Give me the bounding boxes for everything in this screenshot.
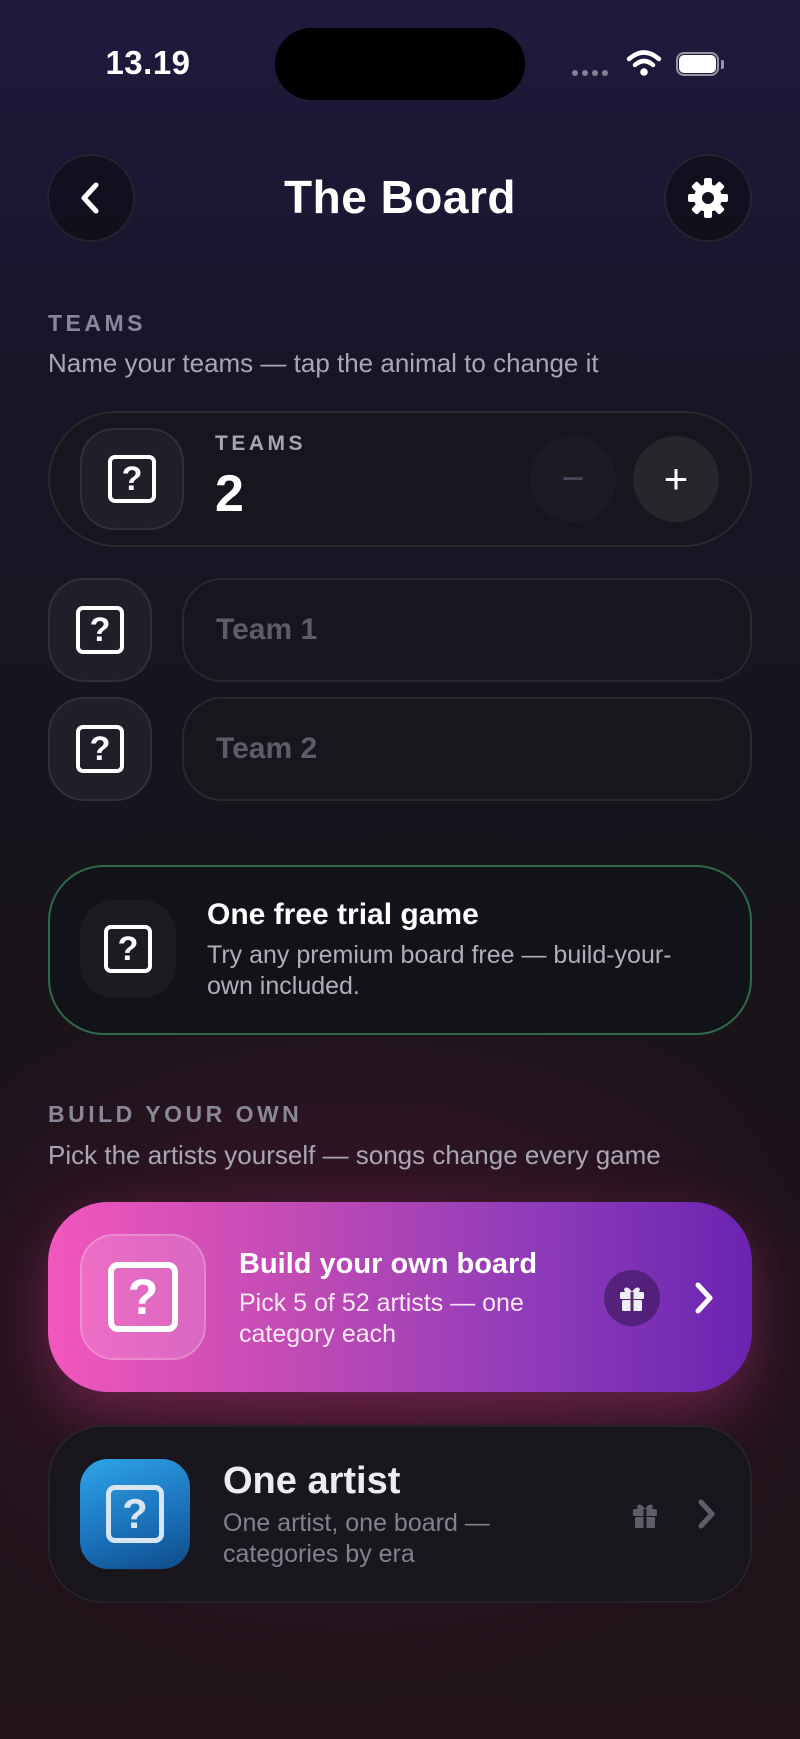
team-1-name-input[interactable]: Team 1	[182, 578, 752, 682]
question-mark-icon: ?	[108, 1262, 178, 1332]
team-1-animal-button[interactable]: ?	[48, 578, 152, 682]
trial-description: Try any premium board free — build-your-…	[207, 941, 672, 1000]
teams-counter-label: TEAMS	[215, 432, 306, 455]
teams-section-label: TEAMS	[48, 310, 146, 336]
question-mark-icon: ?	[76, 606, 124, 654]
question-mark-icon: ?	[76, 725, 124, 773]
gift-icon	[604, 1270, 660, 1326]
question-mark-icon: ?	[106, 1485, 164, 1543]
team-2-animal-button[interactable]: ?	[48, 697, 152, 801]
teams-section-subtitle: Name your teams — tap the animal to chan…	[48, 348, 599, 378]
status-time: 13.19	[105, 44, 191, 81]
gift-icon	[630, 1500, 660, 1535]
one-artist-icon-tile: ?	[80, 1459, 190, 1569]
build-board-description: Pick 5 of 52 artists — one category each	[239, 1289, 524, 1348]
trial-title: One free trial game	[207, 898, 479, 931]
wifi-icon	[626, 48, 662, 83]
chevron-left-icon	[81, 182, 99, 214]
back-button[interactable]	[47, 154, 135, 242]
build-section-label: BUILD YOUR OWN	[48, 1101, 303, 1127]
one-artist-title: One artist	[223, 1460, 401, 1502]
minus-icon: −	[561, 456, 585, 501]
plus-icon: +	[663, 455, 689, 502]
build-section-subtitle: Pick the artists yourself — songs change…	[48, 1140, 661, 1170]
gear-icon	[688, 178, 728, 218]
chevron-right-icon	[696, 1497, 718, 1536]
question-mark-icon: ?	[104, 925, 152, 973]
battery-icon	[676, 52, 726, 78]
chevron-right-icon	[692, 1280, 716, 1321]
increase-teams-button[interactable]: +	[633, 436, 719, 522]
page-title: The Board	[284, 171, 516, 223]
one-artist-description: One artist, one board — categories by er…	[223, 1509, 490, 1568]
trial-icon-tile: ?	[80, 900, 176, 998]
cellular-signal-icon	[572, 70, 608, 76]
counter-animal-tile[interactable]: ?	[80, 428, 184, 530]
settings-button[interactable]	[664, 154, 752, 242]
question-mark-icon: ?	[108, 455, 156, 503]
dynamic-island	[275, 28, 525, 100]
team-2-name-input[interactable]: Team 2	[182, 697, 752, 801]
teams-count-value: 2	[215, 465, 244, 523]
decrease-teams-button[interactable]: −	[530, 436, 616, 522]
build-board-icon-tile: ?	[80, 1234, 206, 1360]
build-board-title: Build your own board	[239, 1248, 538, 1280]
